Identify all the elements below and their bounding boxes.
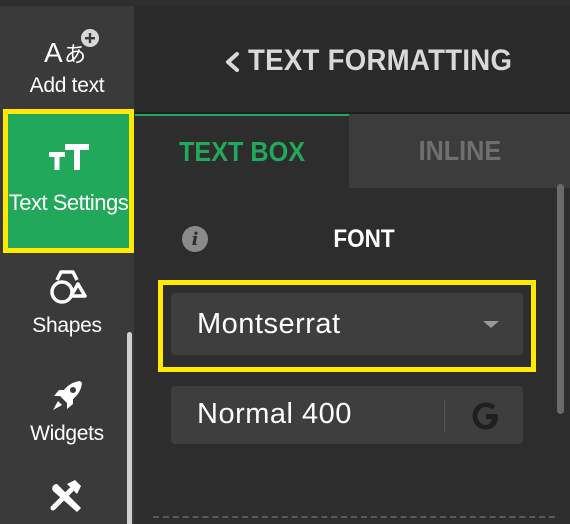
app-frame: A あ Add text Text Settings Shapes Widget… (0, 0, 570, 524)
back-chevron-icon[interactable] (217, 44, 247, 80)
tab-label: TEXT BOX (178, 136, 305, 167)
sidebar-item-shapes[interactable]: Shapes (0, 266, 134, 362)
font-family-select[interactable]: Montserrat (171, 293, 523, 355)
tab-bar: TEXT BOX INLINE (135, 114, 570, 188)
sidebar: A あ Add text Text Settings Shapes Widget… (0, 6, 134, 524)
tab-inline[interactable]: INLINE (349, 114, 570, 188)
section-title-label: FONT (333, 225, 395, 253)
font-weight-value: Normal 400 (197, 398, 352, 430)
font-weight-select[interactable]: Normal 400 (171, 386, 523, 444)
divider (444, 400, 445, 432)
sidebar-item-label: Widgets (30, 422, 104, 445)
section-divider (153, 516, 555, 518)
tools-icon (45, 476, 89, 516)
panel-title: TEXT FORMATTING (248, 44, 513, 77)
tab-label: INLINE (418, 135, 501, 166)
sidebar-item-text-settings[interactable]: Text Settings (3, 109, 134, 253)
dropdown-caret-icon (483, 321, 499, 328)
text-formatting-panel: TEXT FORMATTING TEXT BOX INLINE i FONT M… (135, 6, 570, 524)
sidebar-item-tools[interactable] (0, 476, 134, 524)
info-icon[interactable]: i (182, 226, 208, 252)
sidebar-item-widgets[interactable]: Widgets (0, 376, 134, 472)
shapes-icon (45, 266, 89, 306)
svg-text:あ: あ (64, 43, 86, 68)
section-title-font: FONT (330, 225, 398, 254)
sidebar-item-label: Text Settings (8, 190, 129, 215)
panel-scrollbar[interactable] (557, 184, 564, 414)
google-fonts-icon (469, 399, 503, 433)
add-text-icon: A あ (32, 28, 102, 74)
sidebar-scrollbar[interactable] (127, 332, 132, 524)
sidebar-item-add-text[interactable]: A あ Add text (0, 16, 134, 112)
text-settings-icon (47, 140, 91, 176)
font-family-value: Montserrat (197, 307, 341, 340)
sidebar-item-label: Shapes (32, 314, 102, 337)
sidebar-item-label: Add text (29, 74, 105, 97)
panel-header: TEXT FORMATTING (135, 6, 570, 114)
tab-text-box[interactable]: TEXT BOX (135, 114, 349, 188)
rocket-icon (47, 376, 87, 416)
svg-text:A: A (44, 37, 63, 68)
